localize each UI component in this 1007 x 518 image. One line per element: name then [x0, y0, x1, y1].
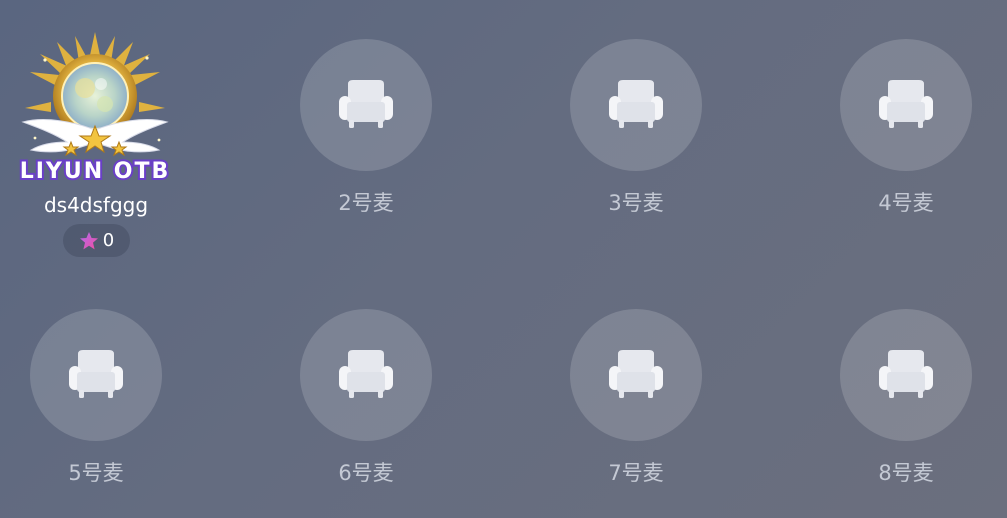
seat-3[interactable]: 3号麦 — [536, 39, 736, 217]
seat-2[interactable]: 2号麦 — [266, 39, 466, 217]
armchair-icon — [609, 350, 663, 398]
seat-4-button[interactable] — [840, 39, 972, 171]
star-icon — [79, 231, 98, 249]
seat-6-button[interactable] — [300, 309, 432, 441]
seat-5-label: 5号麦 — [68, 461, 124, 485]
seat-5[interactable]: 5号麦 — [0, 309, 196, 487]
seat-5-button[interactable] — [30, 309, 162, 441]
armchair-icon — [609, 80, 663, 128]
seat-7[interactable]: 7号麦 — [536, 309, 736, 487]
armchair-icon — [339, 350, 393, 398]
avatar-frame-text: LIYUN OTB — [20, 159, 171, 184]
charm-badge: 0 — [63, 224, 130, 257]
seat-8-button[interactable] — [840, 309, 972, 441]
armchair-icon — [879, 350, 933, 398]
avatar-frame-icon: LIYUN OTB — [18, 32, 171, 186]
host-avatar[interactable]: LIYUN OTB — [15, 30, 175, 190]
seat-4-label: 4号麦 — [878, 191, 934, 215]
seat-6[interactable]: 6号麦 — [266, 309, 466, 487]
armchair-icon — [69, 350, 123, 398]
seat-4[interactable]: 4号麦 — [806, 39, 1006, 217]
seat-3-label: 3号麦 — [608, 191, 664, 215]
seat-6-label: 6号麦 — [338, 461, 394, 485]
host-name: ds4dsfggg — [43, 193, 149, 217]
seat-8[interactable]: 8号麦 — [806, 309, 1006, 487]
seat-7-label: 7号麦 — [608, 461, 664, 485]
seat-2-label: 2号麦 — [338, 191, 394, 215]
seat-3-button[interactable] — [570, 39, 702, 171]
armchair-icon — [339, 80, 393, 128]
seat-7-button[interactable] — [570, 309, 702, 441]
seat-2-button[interactable] — [300, 39, 432, 171]
charm-value: 0 — [102, 230, 115, 251]
seat-8-label: 8号麦 — [878, 461, 934, 485]
armchair-icon — [879, 80, 933, 128]
